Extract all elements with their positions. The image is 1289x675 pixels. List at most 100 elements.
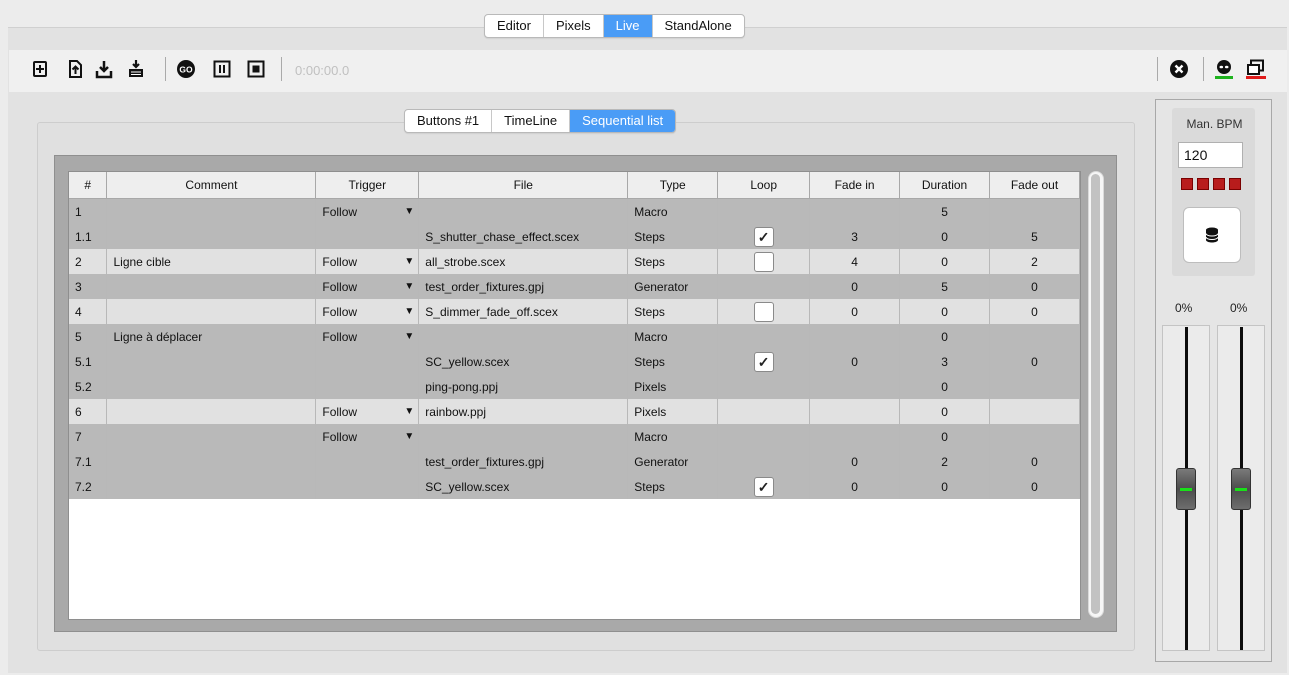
trigger-value[interactable]: Follow [322, 330, 357, 344]
cell-comment[interactable] [106, 349, 317, 374]
cell-duration[interactable]: 0 [899, 424, 990, 449]
cell-number[interactable]: 7.1 [69, 449, 108, 474]
trigger-value[interactable]: Follow [322, 430, 357, 444]
cell-comment[interactable] [106, 474, 317, 499]
cell-fade-in[interactable] [809, 198, 901, 224]
cell-trigger[interactable] [315, 374, 420, 399]
cell-fade-out[interactable]: 0 [989, 349, 1080, 374]
cell-number[interactable]: 5.1 [69, 349, 108, 374]
cell-number[interactable]: 1.1 [69, 224, 108, 249]
cell-type[interactable]: Generator [627, 449, 719, 474]
dropdown-arrow-icon[interactable]: ▼ [404, 306, 414, 317]
tab-standalone[interactable]: StandAlone [653, 15, 744, 37]
cell-trigger[interactable]: Follow ▼ [315, 249, 420, 274]
cell-duration[interactable]: 5 [899, 198, 990, 224]
cell-fade-in[interactable]: 0 [809, 274, 901, 299]
database-button[interactable] [1183, 207, 1241, 263]
cell-comment[interactable]: Ligne à déplacer [106, 324, 317, 349]
vertical-scrollbar[interactable] [1088, 171, 1104, 618]
cell-file[interactable]: SC_yellow.scex [418, 349, 629, 374]
trigger-value[interactable]: Follow [322, 205, 357, 219]
cell-file[interactable] [418, 424, 629, 449]
table-row[interactable]: 4 Follow ▼ S_dimmer_fade_off.scex Steps 0 0 0 [69, 299, 1080, 324]
cell-fade-in[interactable] [809, 399, 901, 424]
tab-buttons[interactable]: Buttons #1 [405, 110, 493, 132]
table-row[interactable]: 7.2 SC_yellow.scex Steps ✓ 0 0 0 [69, 474, 1080, 499]
trigger-value[interactable]: Follow [322, 305, 357, 319]
cell-fade-out[interactable]: 5 [989, 224, 1080, 249]
dropdown-arrow-icon[interactable]: ▼ [404, 206, 414, 217]
cell-trigger[interactable] [315, 474, 420, 499]
cell-fade-in[interactable]: 3 [809, 224, 901, 249]
cell-comment[interactable] [106, 399, 317, 424]
column-header[interactable]: Duration [899, 172, 990, 199]
cell-loop[interactable]: ✓ [717, 349, 811, 374]
cell-loop[interactable] [717, 374, 811, 399]
alien-icon[interactable] [1214, 59, 1234, 79]
column-header[interactable]: Fade out [989, 172, 1080, 199]
tab-pixels[interactable]: Pixels [544, 15, 604, 37]
cell-duration[interactable]: 0 [899, 299, 990, 324]
download-icon[interactable] [94, 59, 114, 79]
trigger-value[interactable]: Follow [322, 280, 357, 294]
table-row[interactable]: 5.2 ping-pong.ppj Pixels 0 [69, 374, 1080, 399]
cell-type[interactable]: Pixels [627, 374, 719, 399]
save-icon[interactable] [126, 59, 146, 79]
tab-editor[interactable]: Editor [485, 15, 544, 37]
column-header[interactable]: File [418, 172, 629, 199]
trigger-value[interactable]: Follow [322, 255, 357, 269]
bpm-input[interactable]: 120 [1178, 142, 1243, 168]
cell-type[interactable]: Macro [627, 324, 719, 349]
fader-2-knob[interactable] [1231, 468, 1251, 510]
dropdown-arrow-icon[interactable]: ▼ [404, 281, 414, 292]
cell-fade-out[interactable]: 0 [989, 474, 1080, 499]
cell-comment[interactable] [106, 274, 317, 299]
cell-loop[interactable]: ✓ [717, 224, 811, 249]
column-header[interactable]: Comment [106, 172, 317, 199]
cell-number[interactable]: 7.2 [69, 474, 108, 499]
open-icon[interactable] [65, 59, 85, 79]
cell-fade-in[interactable] [809, 374, 901, 399]
loop-checkbox[interactable]: ✓ [753, 476, 774, 497]
cell-file[interactable]: S_dimmer_fade_off.scex [418, 299, 629, 324]
cell-number[interactable]: 5 [69, 324, 108, 349]
cell-number[interactable]: 4 [69, 299, 108, 324]
cell-duration[interactable]: 0 [899, 474, 990, 499]
cell-trigger[interactable]: Follow ▼ [315, 324, 420, 349]
dropdown-arrow-icon[interactable]: ▼ [404, 256, 414, 267]
cell-trigger[interactable] [315, 349, 420, 374]
cell-comment[interactable]: Ligne cible [106, 249, 317, 274]
cell-loop[interactable]: ✓ [717, 474, 811, 499]
cell-fade-in[interactable]: 0 [809, 349, 901, 374]
cell-comment[interactable] [106, 299, 317, 324]
trigger-value[interactable]: Follow [322, 405, 357, 419]
loop-checkbox[interactable]: ✓ [753, 351, 774, 372]
cell-file[interactable]: test_order_fixtures.gpj [418, 449, 629, 474]
dropdown-arrow-icon[interactable]: ▼ [404, 406, 414, 417]
cell-duration[interactable]: 0 [899, 224, 990, 249]
cell-duration[interactable]: 0 [899, 399, 990, 424]
cell-trigger[interactable]: Follow ▼ [315, 299, 420, 324]
cell-type[interactable]: Steps [627, 299, 719, 324]
cell-duration[interactable]: 0 [899, 249, 990, 274]
cell-loop[interactable] [717, 449, 811, 474]
loop-checkbox[interactable]: ✓ [753, 226, 774, 247]
cell-duration[interactable]: 0 [899, 324, 990, 349]
cell-type[interactable]: Pixels [627, 399, 719, 424]
cell-trigger[interactable]: Follow ▼ [315, 274, 420, 299]
cell-file[interactable]: test_order_fixtures.gpj [418, 274, 629, 299]
cell-fade-in[interactable] [809, 324, 901, 349]
table-row[interactable]: 7.1 test_order_fixtures.gpj Generator 0 2 0 [69, 449, 1080, 474]
cell-comment[interactable] [106, 424, 317, 449]
loop-checkbox[interactable] [753, 301, 774, 322]
cell-fade-out[interactable] [989, 374, 1080, 399]
column-header[interactable]: Fade in [809, 172, 901, 199]
window-icon[interactable] [1246, 59, 1266, 79]
cell-fade-in[interactable] [809, 424, 901, 449]
table-row[interactable]: 2 Ligne cible Follow ▼ all_strobe.scex Steps 4… [69, 249, 1080, 274]
tab-sequential-list[interactable]: Sequential list [570, 110, 676, 132]
cell-number[interactable]: 2 [69, 249, 108, 274]
cell-loop[interactable] [717, 299, 811, 324]
close-icon[interactable] [1169, 59, 1189, 79]
table-row[interactable]: 5.1 SC_yellow.scex Steps ✓ 0 3 0 [69, 349, 1080, 374]
